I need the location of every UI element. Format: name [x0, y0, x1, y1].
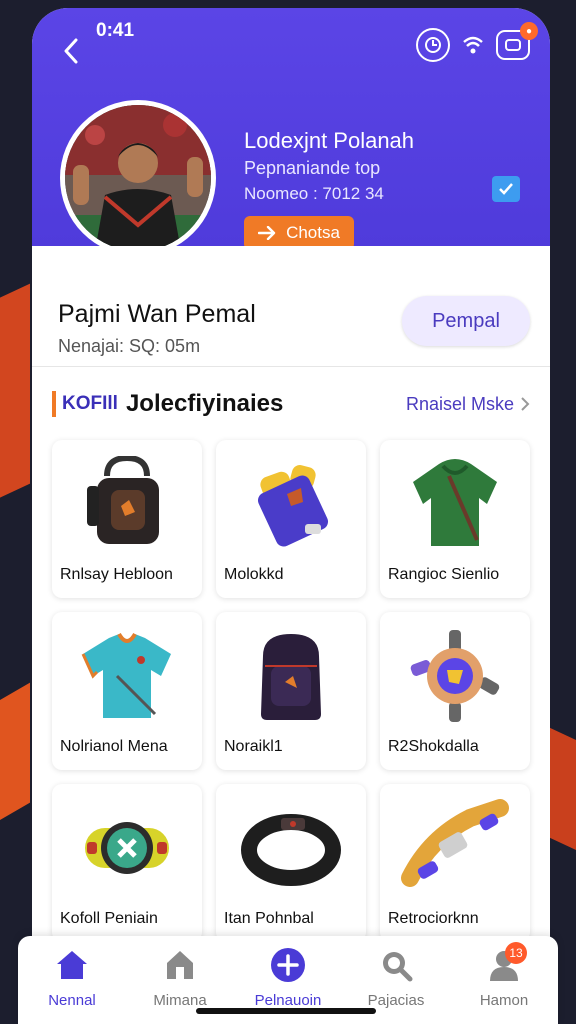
add-icon [269, 946, 307, 984]
nav-label: Hamon [479, 992, 529, 1009]
nav-item-profile[interactable]: 13 Hamon [454, 942, 554, 1009]
profile-role: Pepnaniande top [244, 158, 381, 178]
profile-number: Noomeo : 7012 34 [244, 184, 384, 203]
status-time: 0:41 [96, 20, 135, 41]
profile-name: Lodexjnt Polanah [244, 128, 415, 153]
product-name: Rnlsay Hebloon [60, 566, 173, 583]
notification-badge: 13 [505, 942, 527, 964]
choose-button-label: Chotsa [286, 223, 340, 242]
background-decoration [0, 283, 30, 517]
phone-pouch-icon [216, 448, 366, 560]
product-name: Retrociorknn [388, 910, 479, 927]
home-indicator [196, 1008, 376, 1014]
product-name: Rangioc Sienlio [388, 566, 500, 583]
divider [32, 366, 550, 367]
info-row: Pajmi Wan Pemal Nenajai: SQ: 05m Pempal [32, 246, 550, 366]
fidget-spinner-icon [380, 620, 530, 732]
arrow-right-icon [258, 226, 276, 240]
product-grid: Rnlsay Hebloon Molokkd Rangioc Sienlio N… [52, 440, 530, 942]
jersey-icon [52, 620, 202, 732]
nav-item-add[interactable]: Pelnauoin [238, 946, 338, 1009]
product-card[interactable]: Kofoll Peniain [52, 784, 202, 942]
product-name: R2Shokdalla [388, 738, 479, 755]
product-card[interactable]: Noraikl1 [216, 612, 366, 770]
avatar[interactable] [60, 100, 216, 256]
product-card[interactable]: R2Shokdalla [380, 612, 530, 770]
nav-label: Mimana [153, 992, 207, 1009]
section-title: Jolecfiyinaies [125, 390, 284, 417]
product-name: Itan Pohnbal [224, 910, 314, 927]
info-subtitle: Nenajai: SQ: 05m [58, 336, 201, 356]
product-card[interactable]: Rnlsay Hebloon [52, 440, 202, 598]
background-decoration [546, 726, 576, 864]
wristband-icon [216, 792, 366, 904]
nav-item-home[interactable]: Nennal [22, 946, 122, 1009]
product-card[interactable]: Itan Pohnbal [216, 784, 366, 942]
product-name: Noraikl1 [224, 738, 283, 755]
section-accent-bar [52, 391, 56, 417]
product-name: Nolrianol Mena [60, 738, 168, 755]
back-button[interactable] [56, 34, 86, 68]
background-decoration [0, 682, 30, 838]
nav-label: Pelnauoin [254, 992, 322, 1009]
strap-watch-icon [380, 792, 530, 904]
smartwatch-icon [52, 792, 202, 904]
notification-badge: ● [520, 22, 538, 40]
nav-label: Pajacias [367, 992, 425, 1009]
checkbox-icon[interactable] [492, 176, 520, 202]
product-card[interactable]: Nolrianol Mena [52, 612, 202, 770]
nav-label: Nennal [48, 992, 96, 1009]
message-icon[interactable]: ● [496, 22, 538, 60]
product-name: Molokkd [224, 566, 284, 583]
backpack-icon [216, 620, 366, 732]
product-name: Kofoll Peniain [60, 910, 158, 927]
choose-button[interactable]: Chotsa [244, 216, 354, 250]
product-card[interactable]: Molokkd [216, 440, 366, 598]
top-actions: ● [416, 22, 538, 62]
product-card[interactable]: Retrociorknn [380, 784, 530, 942]
wifi-icon [462, 34, 484, 56]
sling-bag-icon [52, 448, 202, 560]
hoodie-icon [380, 448, 530, 560]
store-icon [161, 946, 199, 984]
section-header: KOFIll Jolecfiyinaies Rnaisel Mske [52, 388, 530, 420]
search-icon [377, 946, 415, 984]
profile-icon: 13 [485, 942, 527, 984]
chevron-left-icon [64, 38, 78, 64]
clock-icon[interactable] [416, 28, 450, 62]
pempal-button[interactable]: Pempal [402, 296, 530, 346]
chevron-right-icon [521, 397, 530, 411]
app-screen: 0:41 ● Lodexjnt Polanah Pepnaniande top … [32, 8, 550, 1024]
see-more-link[interactable]: Rnaisel Mske [406, 394, 530, 415]
see-more-label: Rnaisel Mske [405, 393, 514, 414]
nav-item-search[interactable]: Pajacias [346, 946, 446, 1009]
info-title: Pajmi Wan Pemal [58, 300, 256, 328]
home-icon [53, 946, 91, 984]
section-tag: KOFIll [62, 393, 118, 414]
nav-item-store[interactable]: Mimana [130, 946, 230, 1009]
profile-header: 0:41 ● Lodexjnt Polanah Pepnaniande top … [32, 8, 550, 256]
product-card[interactable]: Rangioc Sienlio [380, 440, 530, 598]
